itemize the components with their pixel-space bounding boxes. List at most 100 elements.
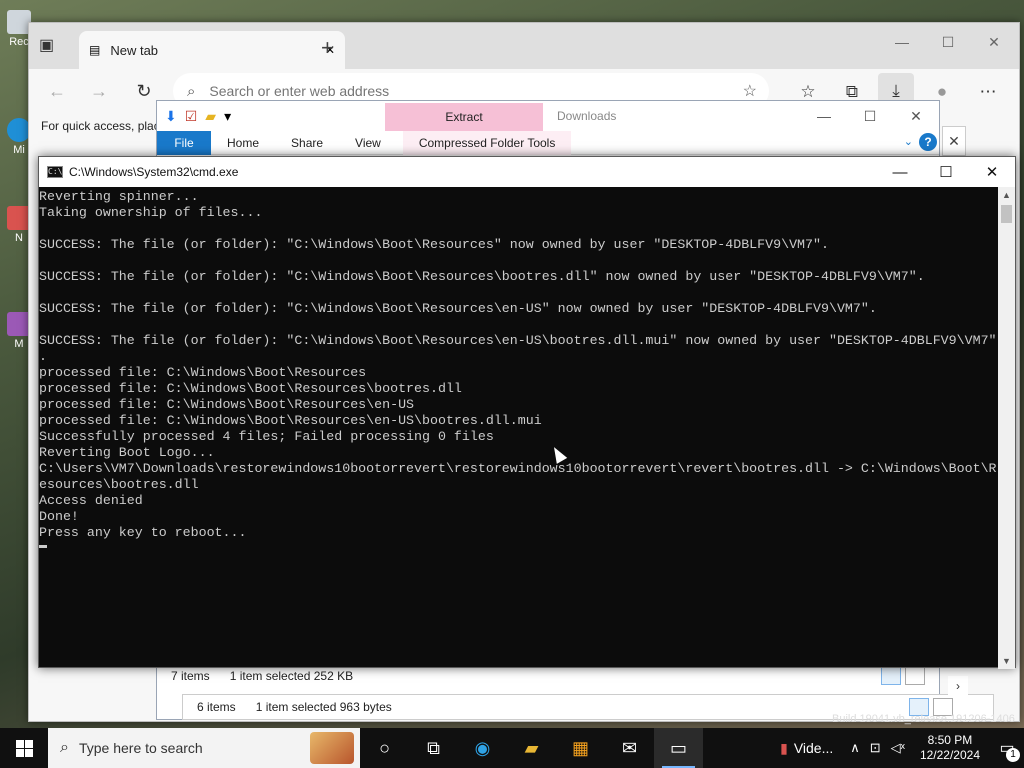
maximize-icon[interactable]: ☐ bbox=[847, 101, 893, 131]
mail-icon[interactable]: ✉ bbox=[605, 728, 654, 768]
taskbar-search[interactable]: ⌕ Type here to search bbox=[48, 728, 360, 768]
selection-info: 1 item selected 963 bytes bbox=[255, 700, 392, 714]
volume-muted-icon[interactable]: ◁ˣ bbox=[891, 740, 905, 756]
cmd-output-line: C:\Users\VM7\Downloads\restorewindows10b… bbox=[39, 461, 997, 476]
contextual-tab-extract[interactable]: Extract bbox=[385, 103, 543, 131]
cmd-output-line: processed file: C:\Windows\Boot\Resource… bbox=[39, 397, 415, 412]
desktop-icon-label: N bbox=[15, 232, 23, 244]
help-icon[interactable]: ? bbox=[919, 133, 937, 151]
expand-ribbon-icon[interactable]: ⌄ bbox=[904, 135, 913, 148]
network-icon[interactable]: ⊡ bbox=[870, 740, 881, 756]
minimize-icon[interactable]: — bbox=[801, 101, 847, 131]
search-icon: ⌕ bbox=[187, 82, 196, 100]
clock-date: 12/22/2024 bbox=[919, 748, 980, 762]
cmd-output-line: . bbox=[39, 349, 47, 364]
refresh-icon[interactable]: ↻ bbox=[130, 77, 158, 105]
taskbar: ⌕ Type here to search ○ ⧉ ◉ ▰ ▦ ✉ ▭ ▮ Vi… bbox=[0, 728, 1024, 768]
cmd-output-line: processed file: C:\Windows\Boot\Resource… bbox=[39, 365, 367, 380]
cmd-scrollbar[interactable]: ▲ ▼ bbox=[998, 187, 1015, 669]
tab-view[interactable]: View bbox=[339, 131, 397, 155]
show-hidden-icons-icon[interactable]: ∧ bbox=[850, 740, 860, 756]
edge-tab-bar: ▣ ▤ New tab ✕ + — ☐ ✕ bbox=[29, 23, 1019, 69]
clock[interactable]: 8:50 PM 12/22/2024 bbox=[920, 733, 980, 763]
tab-home[interactable]: Home bbox=[211, 131, 275, 155]
address-input[interactable] bbox=[209, 83, 743, 99]
cmd-output-line: processed file: C:\Windows\Boot\Resource… bbox=[39, 413, 542, 428]
close-icon[interactable]: ✕ bbox=[969, 157, 1015, 187]
scroll-up-icon[interactable]: ▲ bbox=[998, 187, 1015, 203]
store-icon[interactable]: ▦ bbox=[556, 728, 605, 768]
cmd-output-line bbox=[39, 221, 999, 237]
scroll-down-icon[interactable]: ▼ bbox=[998, 653, 1015, 669]
video-app-button[interactable]: ▮ Vide... bbox=[780, 740, 833, 757]
new-folder-icon[interactable]: ▰ bbox=[205, 108, 216, 125]
cmd-output-line: SUCCESS: The file (or folder): "C:\Windo… bbox=[39, 333, 997, 348]
cmd-output-line: esources\bootres.dll bbox=[39, 477, 199, 492]
explorer-titlebar: ⬇ ☑ ▰ ▾ Extract Downloads — ☐ ✕ bbox=[157, 101, 939, 131]
cmd-output-line: Reverting spinner... bbox=[39, 189, 199, 204]
file-explorer-taskbar-icon[interactable]: ▰ bbox=[507, 728, 556, 768]
desktop-icon-label: Mi bbox=[13, 144, 25, 156]
cmd-output-line bbox=[39, 253, 999, 269]
tab-compressed-folder-tools[interactable]: Compressed Folder Tools bbox=[402, 130, 572, 155]
new-tab-button[interactable]: + bbox=[321, 35, 334, 61]
cmd-output-line: Done! bbox=[39, 509, 79, 524]
search-placeholder: Type here to search bbox=[78, 740, 203, 756]
edge-taskbar-icon[interactable]: ◉ bbox=[458, 728, 507, 768]
cmd-title: C:\Windows\System32\cmd.exe bbox=[69, 165, 239, 179]
system-tray: ▮ Vide... ∧ ⊡ ◁ˣ 8:50 PM 12/22/2024 ▭ 1 bbox=[780, 728, 1024, 768]
minimize-icon[interactable]: — bbox=[879, 27, 925, 57]
tab-title: New tab bbox=[110, 42, 159, 58]
search-highlight-image bbox=[310, 732, 354, 764]
tab-share[interactable]: Share bbox=[275, 131, 339, 155]
cmd-output-line bbox=[39, 285, 999, 301]
start-button[interactable] bbox=[0, 728, 48, 768]
desktop-icon-label: Rec bbox=[9, 36, 29, 48]
maximize-icon[interactable]: ☐ bbox=[925, 27, 971, 57]
task-view-icon[interactable]: ⧉ bbox=[409, 728, 458, 768]
cortana-icon[interactable]: ○ bbox=[360, 728, 409, 768]
nba-icon: ▮ bbox=[780, 739, 788, 756]
tab-actions-icon[interactable]: ▣ bbox=[39, 35, 54, 55]
notification-center-icon[interactable]: ▭ 1 bbox=[990, 728, 1024, 768]
cmd-output-line: SUCCESS: The file (or folder): "C:\Windo… bbox=[39, 237, 829, 252]
desktop-icon-label: M bbox=[14, 338, 24, 350]
cmd-output-line: SUCCESS: The file (or folder): "C:\Windo… bbox=[39, 269, 925, 284]
tab-new-tab[interactable]: ▤ New tab ✕ bbox=[79, 31, 345, 69]
clock-time: 8:50 PM bbox=[927, 733, 973, 747]
cmd-output-line: processed file: C:\Windows\Boot\Resource… bbox=[39, 381, 462, 396]
cmd-output-line: Access denied bbox=[39, 493, 143, 508]
scroll-thumb[interactable] bbox=[1001, 205, 1012, 223]
cmd-output-line: Press any key to reboot... bbox=[39, 525, 247, 540]
maximize-icon[interactable]: ☐ bbox=[923, 157, 969, 187]
explorer-title: Downloads bbox=[557, 109, 617, 123]
details-view-icon[interactable] bbox=[881, 667, 901, 685]
large-icons-view-icon[interactable] bbox=[905, 667, 925, 685]
download-arrow-icon[interactable]: ⬇ bbox=[165, 108, 177, 125]
cmd-app-icon: C:\ bbox=[47, 166, 63, 178]
forward-icon[interactable]: → bbox=[85, 77, 113, 105]
scroll-right-icon[interactable]: › bbox=[948, 676, 968, 696]
edge-window-controls: — ☐ ✕ bbox=[879, 27, 1017, 57]
item-count: 7 items bbox=[171, 669, 210, 683]
cmd-window: C:\ C:\Windows\System32\cmd.exe — ☐ ✕ Re… bbox=[38, 156, 1016, 669]
cmd-output-line: Successfully processed 4 files; Failed p… bbox=[39, 429, 494, 444]
search-icon: ⌕ bbox=[60, 739, 69, 756]
cmd-titlebar: C:\ C:\Windows\System32\cmd.exe — ☐ ✕ bbox=[39, 157, 1015, 187]
text-cursor bbox=[39, 545, 47, 548]
view-buttons bbox=[881, 667, 925, 685]
cmd-taskbar-icon[interactable]: ▭ bbox=[654, 728, 703, 768]
tab-file[interactable]: File bbox=[157, 130, 211, 155]
cmd-output[interactable]: Reverting spinner... Taking ownership of … bbox=[39, 187, 999, 669]
selection-info: 1 item selected 252 KB bbox=[229, 669, 354, 683]
minimize-icon[interactable]: — bbox=[877, 157, 923, 187]
close-icon[interactable]: ✕ bbox=[893, 101, 939, 131]
back-icon[interactable]: ← bbox=[43, 77, 71, 105]
more-options-icon[interactable]: ⋯ bbox=[975, 79, 1001, 105]
explorer-window-controls: — ☐ ✕ bbox=[801, 101, 939, 131]
add-favorite-icon[interactable]: ☆ bbox=[743, 81, 757, 101]
close-icon[interactable]: ✕ bbox=[971, 27, 1017, 57]
properties-icon[interactable]: ☑ bbox=[185, 108, 198, 125]
close-icon[interactable]: ✕ bbox=[942, 126, 966, 156]
customize-qat-icon[interactable]: ▾ bbox=[224, 108, 231, 125]
